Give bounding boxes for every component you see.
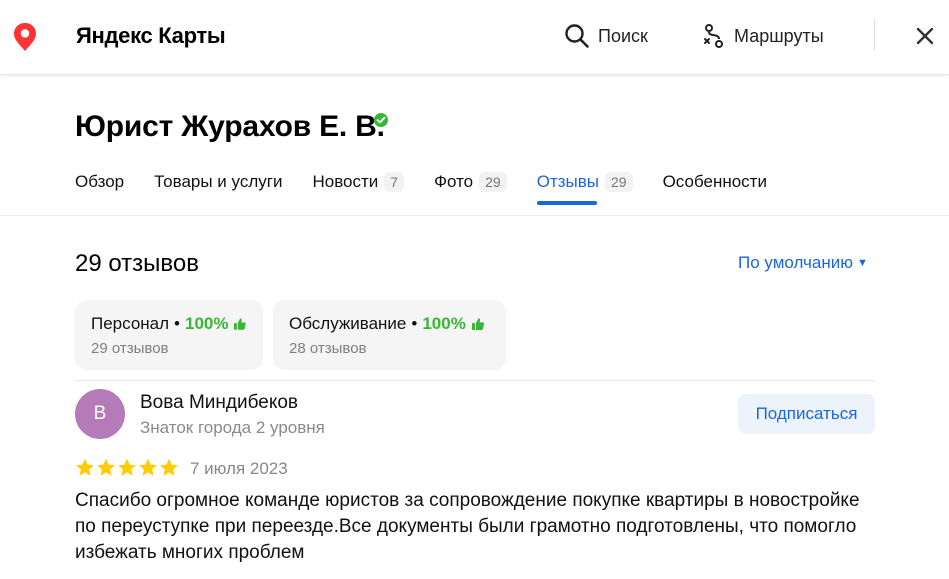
reviews-count-heading: 29 отзывов <box>75 250 200 277</box>
routes-button[interactable]: Маршруты <box>702 20 824 52</box>
search-label: Поиск <box>598 25 648 46</box>
star-icon <box>139 458 157 476</box>
map-pin-icon[interactable] <box>12 22 38 52</box>
aspect-card-staff[interactable]: Персонал • 100% 29 отзывов <box>75 300 263 370</box>
tab-label: Новости <box>312 172 379 191</box>
organization-title: Юрист Журахов Е. В. <box>75 110 385 143</box>
caret-down-icon: ▼ <box>856 257 868 269</box>
review-date: 7 июля 2023 <box>190 459 288 478</box>
tab-count: 29 <box>479 172 507 192</box>
sort-dropdown[interactable]: По умолчанию ▼ <box>738 253 868 273</box>
aspect-review-count: 29 отзывов <box>91 340 169 357</box>
aspect-name: Обслуживание <box>289 314 407 333</box>
aspect-card-service[interactable]: Обслуживание • 100% 28 отзывов <box>273 300 506 370</box>
review-author-level: Знаток города 2 уровня <box>140 418 325 437</box>
search-icon <box>565 24 589 48</box>
tab-goods-services[interactable]: Товары и услуги <box>154 168 282 196</box>
rating-stars <box>75 458 179 477</box>
routes-label: Маршруты <box>734 25 824 46</box>
tab-label: Товары и услуги <box>154 172 283 191</box>
review-author-name[interactable]: Вова Миндибеков <box>140 392 298 414</box>
route-icon <box>704 24 723 48</box>
tab-bar: Обзор Товары и услуги Новости 7 Фото 29 … <box>75 168 797 205</box>
verified-check-icon[interactable] <box>373 112 389 128</box>
avatar[interactable]: В <box>75 389 125 439</box>
star-icon <box>118 458 136 476</box>
active-tab-indicator <box>536 201 597 205</box>
star-icon <box>76 458 94 476</box>
tab-label: Обзор <box>75 172 125 191</box>
aspect-percent: 100% <box>422 314 466 333</box>
search-button[interactable]: Поиск <box>564 20 648 52</box>
thumbs-up-icon <box>234 318 247 330</box>
tab-count: 29 <box>605 172 633 192</box>
aspect-name: Персонал <box>91 314 170 333</box>
tab-label: Отзывы <box>536 172 599 191</box>
tab-overview[interactable]: Обзор <box>75 168 124 196</box>
tab-label: Фото <box>434 172 474 191</box>
review-text: Спасибо огромное команде юристов за сопр… <box>75 490 860 563</box>
tab-features[interactable]: Особенности <box>663 168 767 196</box>
divider <box>0 215 949 216</box>
aspect-percent: 100% <box>185 314 229 333</box>
tab-reviews[interactable]: Отзывы 29 <box>536 168 633 205</box>
tab-label: Особенности <box>662 172 767 191</box>
close-icon[interactable] <box>911 22 939 50</box>
sort-label: По умолчанию <box>738 253 853 272</box>
logo-text[interactable]: Яндекс Карты <box>76 23 226 49</box>
top-bar: Яндекс Карты Поиск Маршруты <box>0 0 949 75</box>
subscribe-button[interactable]: Подписаться <box>738 394 875 434</box>
tab-count: 7 <box>384 172 405 192</box>
star-icon <box>160 458 178 476</box>
thumbs-up-icon <box>471 318 484 330</box>
tab-photos[interactable]: Фото 29 <box>434 168 507 196</box>
aspect-review-count: 28 отзывов <box>289 340 367 357</box>
header-divider <box>874 18 875 50</box>
star-icon <box>97 458 115 476</box>
tab-news[interactable]: Новости 7 <box>312 168 405 196</box>
divider <box>75 380 875 381</box>
